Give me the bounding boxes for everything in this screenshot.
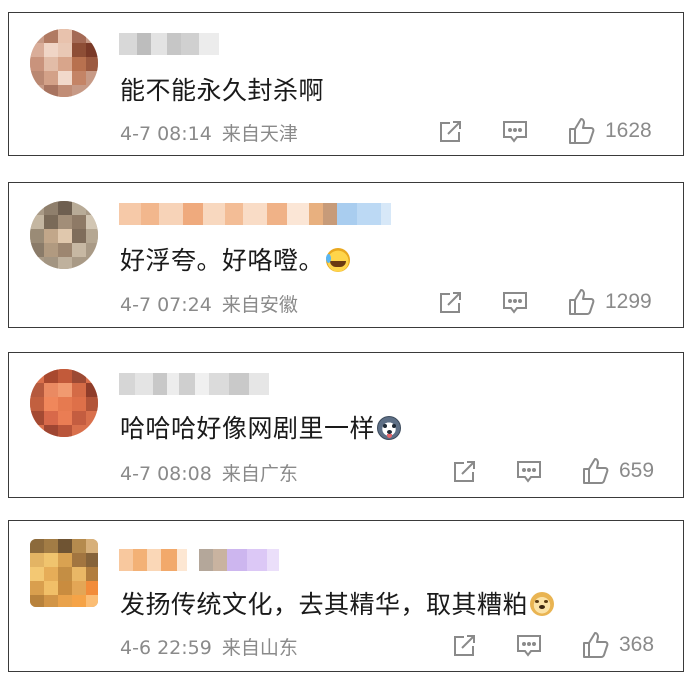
comment-icon (503, 292, 527, 314)
thumbs-up-icon (569, 118, 595, 144)
comment-location: 来自安徽 (221, 294, 298, 316)
comment-meta: 4-7 08:08 来自广东 (120, 459, 298, 486)
avatar[interactable] (30, 29, 98, 97)
comment-button[interactable] (501, 119, 529, 145)
comment-icon (517, 635, 541, 657)
like-button[interactable]: 1299 (567, 287, 652, 317)
comment-meta: 4-7 08:14 来自天津 (120, 119, 298, 146)
like-button[interactable]: 659 (581, 456, 654, 486)
thumbs-up-icon (583, 458, 609, 484)
comment-time: 08:08 (157, 463, 212, 485)
comment-icon (503, 121, 527, 143)
share-button[interactable] (451, 633, 477, 659)
like-count: 659 (619, 459, 655, 482)
comment-date: 4-7 (120, 123, 152, 145)
comment-date: 4-7 (120, 463, 152, 485)
doge-face-emoji (530, 592, 555, 616)
comment-button[interactable] (501, 290, 529, 316)
username-blurred[interactable] (119, 373, 269, 395)
thumbs-up-icon (569, 289, 595, 315)
comment-button[interactable] (515, 459, 543, 485)
comment-location: 来自广东 (221, 463, 298, 485)
comment-text: 好浮夸。好咯噔。 (120, 241, 351, 277)
comment-icon (517, 461, 541, 483)
share-icon (440, 121, 461, 142)
share-icon (454, 461, 475, 482)
comment-card: 哈哈哈好像网剧里一样 4-7 08:08 来自广东 659 (8, 352, 684, 498)
like-button[interactable]: 368 (581, 630, 654, 660)
comment-text-content: 哈哈哈好像网剧里一样 (120, 414, 376, 443)
share-icon (454, 635, 475, 656)
like-count: 368 (619, 633, 655, 656)
username-blurred[interactable] (119, 203, 391, 225)
comment-time: 07:24 (157, 294, 212, 316)
share-button[interactable] (451, 459, 477, 485)
comment-time: 22:59 (157, 637, 212, 659)
comment-text: 发扬传统文化，去其精华，取其糟粕 (120, 585, 555, 621)
comment-card: 能不能永久封杀啊 4-7 08:14 来自天津 1628 (8, 12, 684, 156)
comment-card: 发扬传统文化，去其精华，取其糟粕 4-6 22:59 来自山东 368 (8, 520, 684, 672)
comment-meta: 4-6 22:59 来自山东 (120, 633, 298, 660)
comment-meta: 4-7 07:24 来自安徽 (120, 290, 298, 317)
comment-location: 来自山东 (221, 637, 298, 659)
share-button[interactable] (437, 119, 463, 145)
avatar[interactable] (30, 201, 98, 269)
laughing-tears-emoji (326, 248, 351, 272)
share-icon (440, 292, 461, 313)
comment-time: 08:14 (157, 123, 212, 145)
comment-text-content: 发扬传统文化，去其精华，取其糟粕 (120, 590, 529, 619)
username-blurred[interactable] (119, 549, 279, 571)
comment-text: 哈哈哈好像网剧里一样 (120, 409, 402, 445)
like-count: 1628 (605, 119, 652, 142)
avatar[interactable] (30, 539, 98, 607)
comment-text: 能不能永久封杀啊 (120, 76, 325, 105)
husky-face-emoji (377, 416, 402, 440)
like-button[interactable]: 1628 (567, 116, 652, 146)
comment-date: 4-6 (120, 637, 152, 659)
comment-location: 来自天津 (221, 123, 298, 145)
share-button[interactable] (437, 290, 463, 316)
like-count: 1299 (605, 290, 652, 313)
avatar[interactable] (30, 369, 98, 437)
username-blurred[interactable] (119, 33, 219, 55)
comment-card: 好浮夸。好咯噔。 4-7 07:24 来自安徽 1299 (8, 182, 684, 328)
thumbs-up-icon (583, 632, 609, 658)
comment-text-content: 好浮夸。好咯噔。 (120, 246, 325, 275)
comment-date: 4-7 (120, 294, 152, 316)
comment-button[interactable] (515, 633, 543, 659)
